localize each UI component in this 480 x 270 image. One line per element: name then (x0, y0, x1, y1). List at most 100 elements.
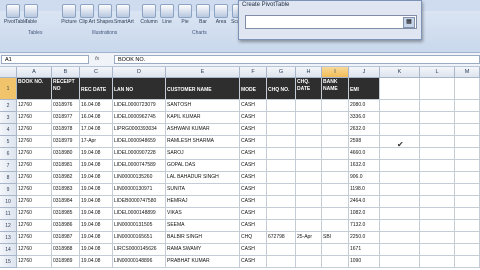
table-cell[interactable]: LIN00000148896 (113, 256, 166, 268)
table-cell[interactable] (296, 196, 322, 208)
table-cell[interactable] (322, 244, 349, 256)
formula-input[interactable]: BOOK NO. (114, 55, 480, 64)
table-cell[interactable]: 12760 (17, 160, 52, 172)
table-cell[interactable]: 0318985 (52, 208, 80, 220)
empty-cell[interactable] (455, 256, 480, 268)
table-cell[interactable] (296, 172, 322, 184)
table-cell[interactable] (322, 112, 349, 124)
table-cell[interactable]: 0318976 (52, 100, 80, 112)
create-pivottable-dialog[interactable]: Create PivotTable ▦ (238, 0, 422, 40)
table-cell[interactable]: LIDEL0000907228 (113, 148, 166, 160)
ribbon-button-pie[interactable]: Pie (176, 4, 194, 25)
empty-cell[interactable] (380, 124, 420, 136)
empty-cell[interactable] (420, 208, 455, 220)
table-cell[interactable] (267, 196, 296, 208)
table-cell[interactable] (322, 196, 349, 208)
empty-cell[interactable] (380, 148, 420, 160)
table-cell[interactable]: ASHWANI KUMAR (166, 124, 240, 136)
table-cell[interactable]: 2598 (349, 136, 380, 148)
ribbon-button-shapes[interactable]: Shapes (96, 4, 114, 25)
table-cell[interactable]: 0318977 (52, 112, 80, 124)
row-header[interactable]: 4 (0, 124, 17, 136)
table-cell[interactable]: 3336.0 (349, 112, 380, 124)
table-cell[interactable]: 12760 (17, 244, 52, 256)
table-cell[interactable]: 12760 (17, 208, 52, 220)
table-cell[interactable]: CASH (240, 208, 267, 220)
table-cell[interactable]: 19.04.08 (80, 160, 113, 172)
table-cell[interactable] (322, 220, 349, 232)
row-header[interactable]: 3 (0, 112, 17, 124)
table-cell[interactable]: 19.04.08 (80, 232, 113, 244)
table-cell[interactable]: 1198.0 (349, 184, 380, 196)
table-cell[interactable] (322, 160, 349, 172)
column-header-h[interactable]: H (296, 67, 322, 78)
ribbon-button-picture[interactable]: Picture (60, 4, 78, 25)
empty-cell[interactable] (420, 232, 455, 244)
empty-cell[interactable] (455, 78, 480, 100)
select-all-corner[interactable] (0, 67, 17, 78)
table-cell[interactable] (296, 148, 322, 160)
table-header-mode[interactable]: MODE (240, 78, 267, 100)
table-cell[interactable] (296, 136, 322, 148)
table-cell[interactable]: SBI (322, 232, 349, 244)
empty-cell[interactable] (420, 124, 455, 136)
table-cell[interactable] (322, 124, 349, 136)
row-header[interactable]: 9 (0, 184, 17, 196)
table-cell[interactable] (296, 208, 322, 220)
row-header[interactable]: 11 (0, 208, 17, 220)
table-cell[interactable] (296, 100, 322, 112)
table-cell[interactable]: 1671 (349, 244, 380, 256)
row-header[interactable]: 13 (0, 232, 17, 244)
table-cell[interactable]: CASH (240, 160, 267, 172)
empty-cell[interactable] (380, 220, 420, 232)
table-cell[interactable] (267, 172, 296, 184)
ribbon-button-smartart[interactable]: SmartArt (114, 4, 134, 25)
table-cell[interactable] (296, 256, 322, 268)
table-cell[interactable]: CASH (240, 112, 267, 124)
empty-cell[interactable] (380, 160, 420, 172)
table-cell[interactable] (322, 256, 349, 268)
empty-cell[interactable] (380, 256, 420, 268)
empty-cell[interactable] (380, 112, 420, 124)
empty-cell[interactable] (380, 78, 420, 100)
table-cell[interactable]: 12760 (17, 232, 52, 244)
table-cell[interactable]: CHQ (240, 232, 267, 244)
empty-cell[interactable] (420, 220, 455, 232)
table-cell[interactable] (267, 184, 296, 196)
ribbon-button-line[interactable]: Line (158, 4, 176, 25)
table-cell[interactable]: SEEMA (166, 220, 240, 232)
empty-cell[interactable] (455, 160, 480, 172)
table-cell[interactable]: LIN00000130971 (113, 184, 166, 196)
empty-cell[interactable] (420, 148, 455, 160)
table-cell[interactable]: 12760 (17, 148, 52, 160)
table-cell[interactable] (296, 244, 322, 256)
table-header-book-no[interactable]: BOOK NO. (17, 78, 52, 100)
row-header[interactable]: 1 (0, 78, 17, 100)
table-cell[interactable]: CASH (240, 136, 267, 148)
fx-icon[interactable]: fx (95, 55, 99, 64)
column-header-i[interactable]: I (322, 67, 349, 78)
table-cell[interactable]: RAMA SWAMY (166, 244, 240, 256)
table-cell[interactable] (267, 244, 296, 256)
ribbon-button-column[interactable]: Column (140, 4, 158, 25)
table-cell[interactable] (267, 112, 296, 124)
empty-cell[interactable] (455, 100, 480, 112)
table-cell[interactable]: 672798 (267, 232, 296, 244)
table-cell[interactable]: 16.04.08 (80, 100, 113, 112)
table-cell[interactable] (267, 256, 296, 268)
table-cell[interactable]: 17.04.08 (80, 124, 113, 136)
table-cell[interactable] (267, 124, 296, 136)
column-header-l[interactable]: L (420, 67, 455, 78)
table-cell[interactable]: 12760 (17, 220, 52, 232)
empty-cell[interactable] (420, 136, 455, 148)
table-cell[interactable]: SAROJ (166, 148, 240, 160)
table-cell[interactable]: CASH (240, 256, 267, 268)
table-cell[interactable]: RAMLESH SHARMA (166, 136, 240, 148)
table-cell[interactable]: LIDEL0000747589 (113, 160, 166, 172)
table-header-rec-date[interactable]: REC DATE (80, 78, 113, 100)
table-cell[interactable]: LIN00000131505 (113, 220, 166, 232)
empty-cell[interactable] (455, 148, 480, 160)
table-cell[interactable]: 12760 (17, 124, 52, 136)
table-cell[interactable]: 19.04.08 (80, 220, 113, 232)
table-cell[interactable]: 17-Apr (80, 136, 113, 148)
